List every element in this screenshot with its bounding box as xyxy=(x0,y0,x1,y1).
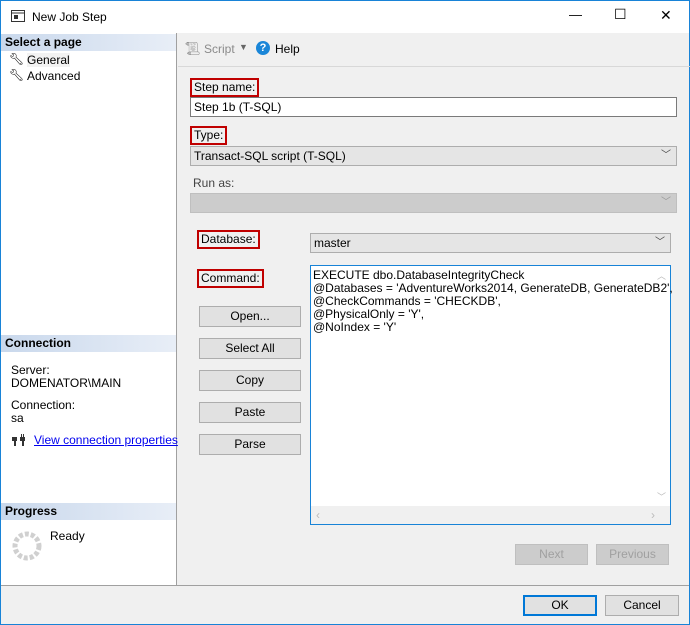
ok-button[interactable]: OK xyxy=(523,595,597,616)
script-dropdown-icon[interactable]: ▼ xyxy=(239,42,248,52)
cancel-button[interactable]: Cancel xyxy=(605,595,679,616)
database-select[interactable]: master ﹀ xyxy=(310,233,671,253)
view-connection-properties-link[interactable]: View connection properties xyxy=(34,433,178,447)
page-label: Advanced xyxy=(27,69,81,83)
minimize-button[interactable]: — xyxy=(569,7,582,22)
script-label: Script xyxy=(204,42,235,56)
connection-header: Connection xyxy=(1,335,176,352)
server-label: Server: xyxy=(11,363,50,377)
chevron-down-icon: ﹀ xyxy=(661,197,671,208)
command-textarea[interactable]: EXECUTE dbo.DatabaseIntegrityCheck @Data… xyxy=(310,265,673,525)
maximize-button[interactable]: ☐ xyxy=(614,6,627,23)
copy-button[interactable]: Copy xyxy=(199,370,301,391)
left-panel: Select a page 🔧︎ General 🔧︎ Advanced Con… xyxy=(1,33,178,585)
type-label: Type: xyxy=(190,126,228,145)
server-value: DOMENATOR\MAIN xyxy=(11,376,122,390)
page-item-advanced[interactable]: 🔧︎ Advanced xyxy=(9,68,169,84)
database-label: Database: xyxy=(197,230,260,249)
page-item-general[interactable]: 🔧︎ General xyxy=(9,52,169,68)
scroll-right-icon[interactable]: › xyxy=(651,508,655,522)
chevron-down-icon: ﹀ xyxy=(661,150,671,161)
connection-label: Connection: xyxy=(11,398,76,412)
command-text: EXECUTE dbo.DatabaseIntegrityCheck @Data… xyxy=(313,268,673,334)
wrench-icon: 🔧︎ xyxy=(9,68,25,82)
database-value: master xyxy=(314,236,351,250)
step-name-label: Step name: xyxy=(190,78,260,97)
help-label: Help xyxy=(275,42,300,56)
new-job-step-dialog: New Job Step — ☐ ✕ Select a page 🔧︎ Gene… xyxy=(0,0,690,625)
open-button[interactable]: Open... xyxy=(199,306,301,327)
connection-value: sa xyxy=(11,411,24,425)
window-icon xyxy=(11,10,25,22)
horizontal-scrollbar[interactable]: ‹ › xyxy=(311,506,670,524)
select-page-header: Select a page xyxy=(1,34,176,51)
page-label: General xyxy=(27,53,70,67)
script-button[interactable]: 📜︎ Script xyxy=(184,41,244,57)
scroll-left-icon[interactable]: ‹ xyxy=(316,508,320,522)
command-label: Command: xyxy=(197,269,264,288)
step-name-input[interactable]: Step 1b (T-SQL) xyxy=(190,97,677,117)
scroll-down-icon[interactable]: ﹀ xyxy=(657,490,666,503)
run-as-label: Run as: xyxy=(193,176,235,190)
scroll-up-icon[interactable]: ︿ xyxy=(657,269,666,282)
help-icon: ? xyxy=(256,41,270,55)
previous-button[interactable]: Previous xyxy=(596,544,669,565)
next-button[interactable]: Next xyxy=(515,544,588,565)
select-all-button[interactable]: Select All xyxy=(199,338,301,359)
progress-spinner-icon xyxy=(12,531,42,561)
chevron-down-icon: ﹀ xyxy=(655,237,665,248)
script-icon: 📜︎ xyxy=(184,41,201,56)
run-as-select[interactable]: ﹀ xyxy=(190,193,677,213)
footer-divider xyxy=(1,585,689,586)
toolbar-divider xyxy=(178,66,690,67)
paste-button[interactable]: Paste xyxy=(199,402,301,423)
wrench-icon: 🔧︎ xyxy=(9,52,25,66)
help-button[interactable]: ? Help xyxy=(256,41,306,57)
window-title: New Job Step xyxy=(32,10,107,24)
plug-icon xyxy=(12,434,25,446)
type-value: Transact-SQL script (T-SQL) xyxy=(194,149,346,163)
progress-header: Progress xyxy=(1,503,176,520)
parse-button[interactable]: Parse xyxy=(199,434,301,455)
title-bar: New Job Step — ☐ ✕ xyxy=(1,1,689,33)
close-button[interactable]: ✕ xyxy=(660,7,672,24)
progress-status: Ready xyxy=(50,529,85,543)
type-select[interactable]: Transact-SQL script (T-SQL) ﹀ xyxy=(190,146,677,166)
